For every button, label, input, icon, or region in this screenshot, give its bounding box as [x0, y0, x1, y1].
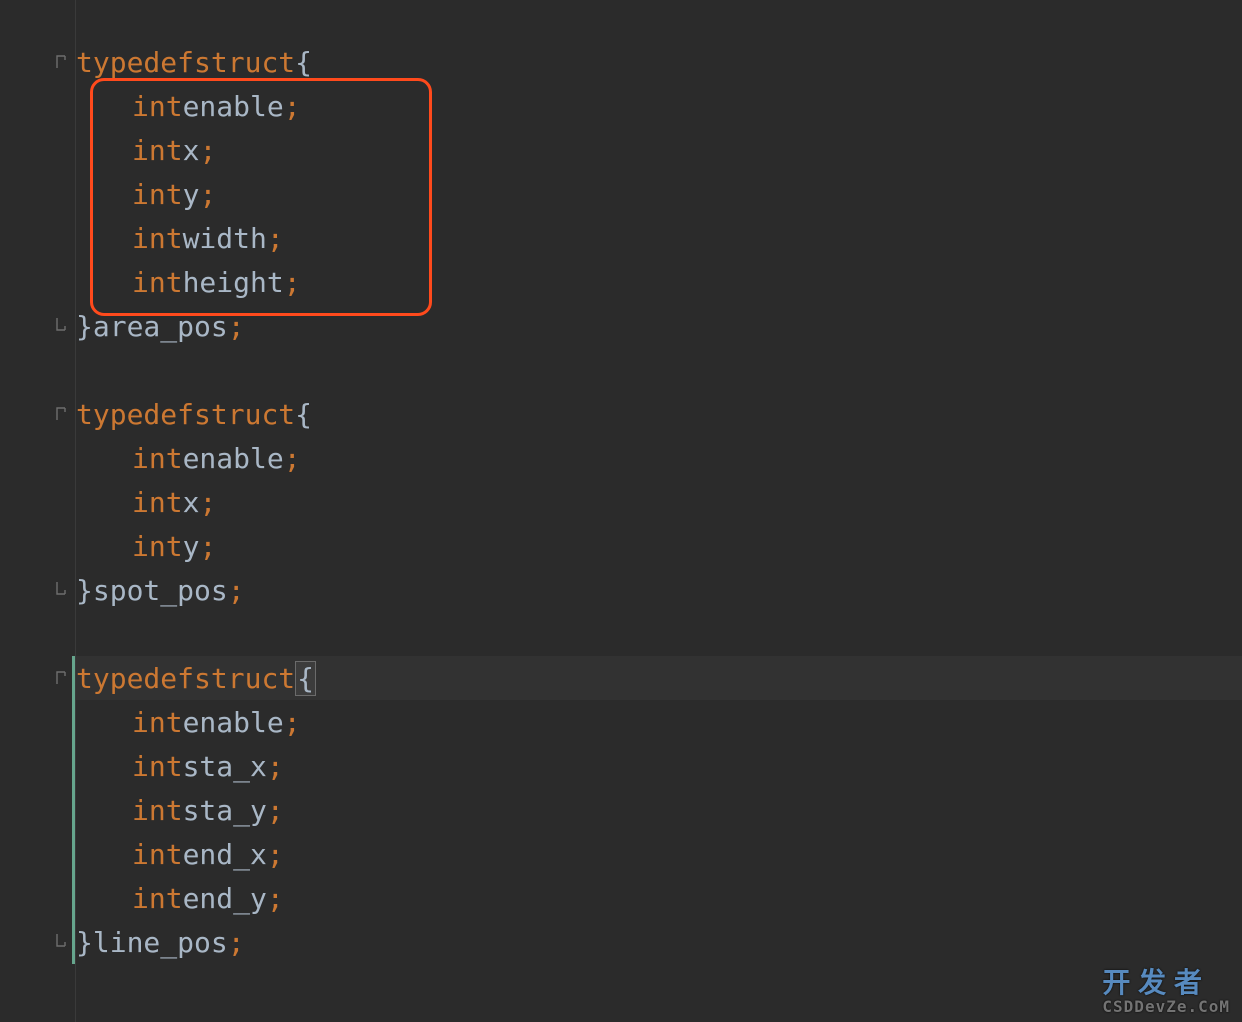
- field-name: end_x: [183, 838, 267, 871]
- field-name: end_y: [183, 882, 267, 915]
- semicolon: ;: [284, 90, 301, 123]
- keyword-typedef: typedef: [76, 398, 194, 431]
- fold-open-icon[interactable]: [53, 406, 69, 420]
- code-line[interactable]: int x;: [76, 128, 1242, 172]
- code-line[interactable]: } spot_pos;: [76, 568, 1242, 612]
- brace-close: }: [76, 310, 93, 343]
- brace-open: {: [295, 661, 316, 696]
- semicolon: ;: [267, 794, 284, 827]
- keyword-int: int: [132, 486, 183, 519]
- fold-close-icon[interactable]: [53, 582, 69, 596]
- semicolon: ;: [284, 706, 301, 739]
- code-line[interactable]: int sta_y;: [76, 788, 1242, 832]
- code-line[interactable]: } area_pos;: [76, 304, 1242, 348]
- semicolon: ;: [199, 530, 216, 563]
- code-line[interactable]: [76, 348, 1242, 392]
- fold-close-icon[interactable]: [53, 318, 69, 332]
- fold-close-icon[interactable]: [53, 934, 69, 948]
- code-line[interactable]: int enable;: [76, 84, 1242, 128]
- field-name: enable: [183, 90, 284, 123]
- keyword-int: int: [132, 266, 183, 299]
- code-line[interactable]: int sta_x;: [76, 744, 1242, 788]
- field-name: sta_y: [183, 794, 267, 827]
- code-line[interactable]: } line_pos;: [76, 920, 1242, 964]
- brace-close: }: [76, 574, 93, 607]
- keyword-int: int: [132, 178, 183, 211]
- code-area[interactable]: typedef struct {int enable;int x;int y;i…: [76, 0, 1242, 1022]
- type-name: area_pos: [93, 310, 228, 343]
- code-editor[interactable]: typedef struct {int enable;int x;int y;i…: [0, 0, 1242, 1022]
- semicolon: ;: [228, 310, 245, 343]
- keyword-int: int: [132, 838, 183, 871]
- semicolon: ;: [228, 574, 245, 607]
- keyword-int: int: [132, 442, 183, 475]
- brace-open: {: [295, 398, 312, 431]
- code-line[interactable]: typedef struct {: [76, 656, 1242, 700]
- code-line[interactable]: int width;: [76, 216, 1242, 260]
- keyword-int: int: [132, 794, 183, 827]
- keyword-int: int: [132, 750, 183, 783]
- keyword-struct: struct: [194, 398, 295, 431]
- keyword-struct: struct: [194, 662, 295, 695]
- code-line[interactable]: int height;: [76, 260, 1242, 304]
- code-line[interactable]: int y;: [76, 172, 1242, 216]
- brace-open: {: [295, 46, 312, 79]
- fold-open-icon[interactable]: [53, 54, 69, 68]
- field-name: enable: [183, 706, 284, 739]
- semicolon: ;: [267, 882, 284, 915]
- code-line[interactable]: int y;: [76, 524, 1242, 568]
- field-name: x: [183, 134, 200, 167]
- semicolon: ;: [284, 442, 301, 475]
- keyword-int: int: [132, 706, 183, 739]
- semicolon: ;: [267, 222, 284, 255]
- semicolon: ;: [199, 178, 216, 211]
- keyword-struct: struct: [194, 46, 295, 79]
- keyword-int: int: [132, 134, 183, 167]
- semicolon: ;: [267, 838, 284, 871]
- brace-close: }: [76, 926, 93, 959]
- field-name: y: [183, 178, 200, 211]
- semicolon: ;: [284, 266, 301, 299]
- code-line[interactable]: int enable;: [76, 700, 1242, 744]
- semicolon: ;: [199, 486, 216, 519]
- code-line[interactable]: typedef struct {: [76, 392, 1242, 436]
- fold-open-icon[interactable]: [53, 670, 69, 684]
- keyword-int: int: [132, 530, 183, 563]
- code-line[interactable]: int end_x;: [76, 832, 1242, 876]
- field-name: sta_x: [183, 750, 267, 783]
- field-name: width: [183, 222, 267, 255]
- type-name: spot_pos: [93, 574, 228, 607]
- keyword-int: int: [132, 222, 183, 255]
- semicolon: ;: [199, 134, 216, 167]
- code-line[interactable]: typedef struct {: [76, 40, 1242, 84]
- keyword-typedef: typedef: [76, 662, 194, 695]
- keyword-int: int: [132, 90, 183, 123]
- code-line[interactable]: int enable;: [76, 436, 1242, 480]
- semicolon: ;: [267, 750, 284, 783]
- semicolon: ;: [228, 926, 245, 959]
- modification-stripe: [72, 656, 75, 964]
- field-name: enable: [183, 442, 284, 475]
- code-line[interactable]: int end_y;: [76, 876, 1242, 920]
- code-line[interactable]: [76, 612, 1242, 656]
- keyword-typedef: typedef: [76, 46, 194, 79]
- editor-gutter: [0, 0, 76, 1022]
- keyword-int: int: [132, 882, 183, 915]
- type-name: line_pos: [93, 926, 228, 959]
- field-name: height: [183, 266, 284, 299]
- code-line[interactable]: int x;: [76, 480, 1242, 524]
- field-name: x: [183, 486, 200, 519]
- field-name: y: [183, 530, 200, 563]
